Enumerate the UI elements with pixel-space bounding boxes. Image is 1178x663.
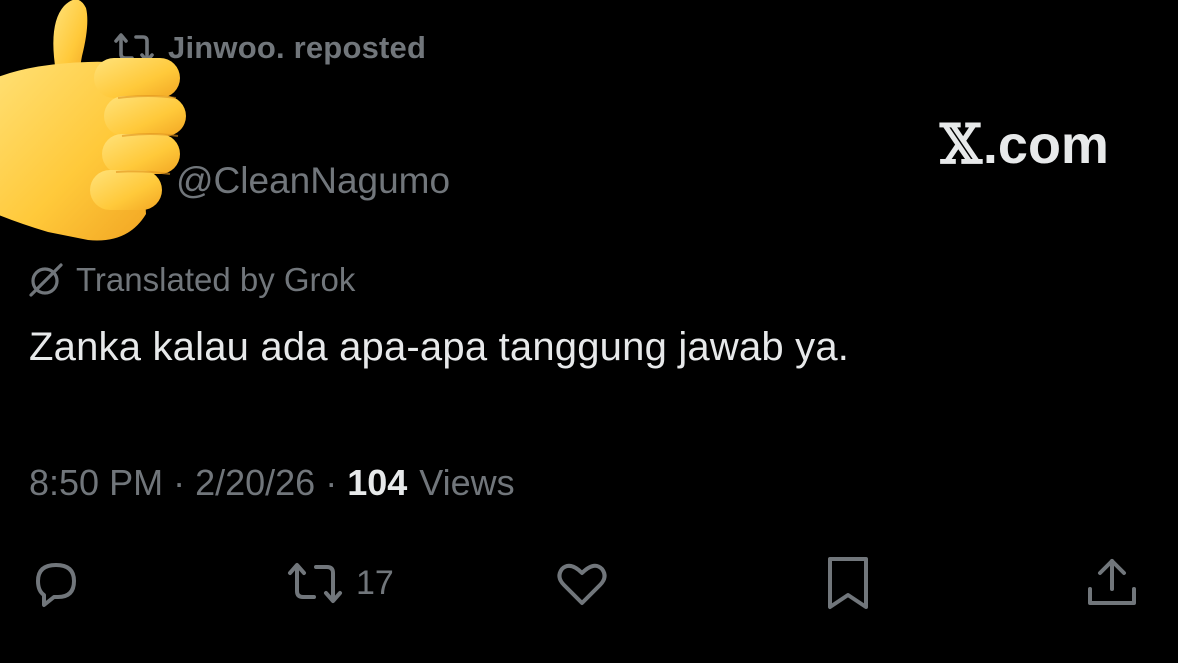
share-icon [1088,559,1136,605]
tweet-text: Zanka kalau ada apa-apa tanggung jawab y… [29,325,850,369]
retweet-count: 17 [356,563,394,602]
thumbs-up-emoji [0,0,186,241]
retweet-icon [288,563,342,603]
translation-label[interactable]: Translated by Grok [26,258,355,302]
tweet-meta: 8:50 PM · 2/20/26 · 104 Views [29,462,515,504]
retweet-button[interactable]: 17 [284,553,394,613]
bookmark-icon [828,557,868,609]
x-logo: 𝕏 [940,112,982,176]
heart-icon [557,563,607,605]
author-handle[interactable]: @CleanNagumo [176,160,450,202]
share-button[interactable] [1082,553,1142,613]
translated-by-text[interactable]: Translated by Grok [76,261,355,299]
meta-separator: · [325,462,338,503]
reply-button[interactable] [26,553,86,613]
tweet-date: 2/20/26 [195,462,316,503]
x-com-watermark: 𝕏 .com [940,112,1109,176]
meta-separator: · [173,462,186,503]
reposted-by-text[interactable]: Jinwoo. reposted [168,30,426,66]
views-count[interactable]: 104 [347,462,407,504]
grok-icon [29,263,63,297]
bookmark-button[interactable] [818,553,878,613]
reply-icon [36,563,76,607]
like-button[interactable] [552,553,612,613]
views-label[interactable]: Views [419,462,514,504]
watermark-domain: .com [982,115,1109,175]
tweet-time: 8:50 PM [29,462,164,503]
